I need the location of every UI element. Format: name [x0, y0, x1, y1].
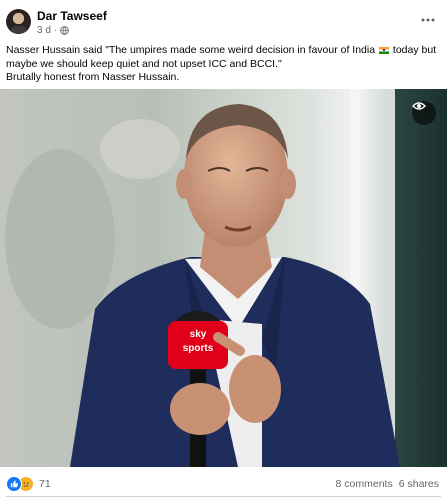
shares-count[interactable]: 6 shares [399, 478, 439, 490]
author-name[interactable]: Dar Tawseef [37, 9, 107, 23]
eye-icon[interactable] [412, 101, 436, 125]
post-image[interactable]: sky sports [0, 89, 447, 467]
mic-flag-text: sky [190, 329, 207, 340]
svg-text:sports: sports [183, 343, 214, 354]
more-options-icon[interactable] [417, 10, 439, 30]
post-footer: 71 8 comments 6 shares [0, 470, 447, 498]
facebook-post: Dar Tawseef 3 d · Nasser Hussain said "T… [0, 0, 447, 503]
author-avatar[interactable] [6, 9, 31, 34]
reaction-count[interactable]: 71 [39, 478, 51, 490]
post-text-line-2: Brutally honest from Nasser Hussain. [6, 71, 180, 83]
globe-icon [60, 26, 70, 35]
reactions-summary[interactable]: 71 [6, 476, 51, 492]
post-time[interactable]: 3 d [37, 25, 51, 36]
india-flag-icon [378, 47, 389, 54]
post-text-line-1: Nasser Hussain said "The umpires made so… [6, 44, 442, 71]
post-meta: 3 d · [37, 25, 70, 36]
post-image-illustration: sky sports [0, 89, 447, 467]
like-reaction-icon [6, 476, 22, 492]
post-text-quote-start: Nasser Hussain said "The umpires made so… [6, 44, 378, 56]
meta-separator: · [53, 25, 58, 36]
post-text: Nasser Hussain said "The umpires made so… [6, 44, 442, 85]
comments-count[interactable]: 8 comments [336, 478, 393, 490]
post-header: Dar Tawseef 3 d · [0, 0, 447, 40]
footer-divider [6, 496, 441, 497]
post-stats: 8 comments 6 shares [336, 478, 439, 490]
